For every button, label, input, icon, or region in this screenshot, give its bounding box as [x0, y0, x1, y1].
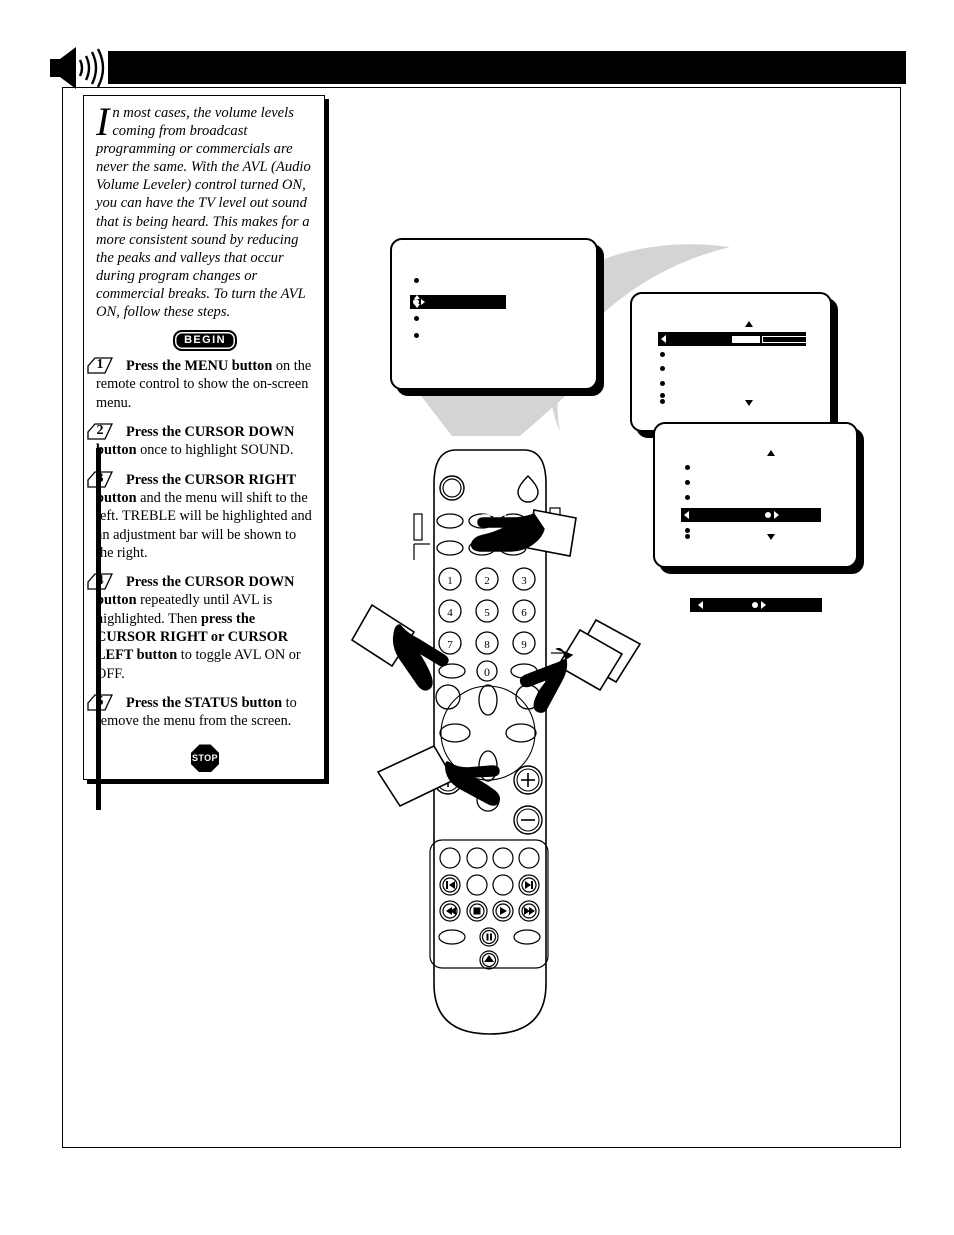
- intro-paragraph: In most cases, the volume levels coming …: [96, 99, 314, 321]
- page-header-bar: [108, 51, 906, 84]
- step-number-1: 1: [96, 357, 104, 373]
- menu-bullet: [414, 316, 419, 321]
- stop-badge: STOP: [191, 744, 219, 773]
- speaker-volume-icon: [46, 46, 108, 90]
- svg-text:9: 9: [521, 639, 527, 651]
- menu-bullet: [660, 366, 665, 371]
- svg-text:2: 2: [484, 575, 490, 587]
- tv-screen-avl-menu: [653, 422, 858, 568]
- adjustment-bar-fill: [732, 335, 760, 343]
- step-number-1-marker: 1: [86, 357, 114, 374]
- intro-dropcap: I: [96, 99, 110, 144]
- menu-bullet: [660, 393, 665, 398]
- tv-screen-main-menu: [390, 238, 598, 390]
- step-5-lead: Press the STATUS button: [126, 694, 283, 711]
- instruction-step-1: 1 Press the MENU button on the remote co…: [87, 357, 314, 412]
- menu-bullet: [685, 534, 690, 539]
- toggle-dot-icon: [752, 602, 758, 608]
- menu-highlight-row: [410, 295, 506, 309]
- menu-bullet: [414, 333, 419, 338]
- instruction-step-3: 3 Press the CURSOR RIGHT button and the …: [87, 471, 314, 562]
- scroll-up-arrow-icon: [767, 450, 775, 456]
- begin-badge: BEGIN: [173, 330, 237, 352]
- step-number-4: 4: [96, 573, 104, 589]
- cursor-right-icon: [774, 511, 779, 519]
- step-number-2: 2: [96, 423, 104, 439]
- menu-bullet: [685, 480, 690, 485]
- menu-bullet: [660, 381, 665, 386]
- tv-screen-sound-menu: [630, 292, 832, 432]
- step-1-lead: Press the MENU button: [126, 358, 273, 375]
- svg-text:7: 7: [447, 639, 453, 651]
- menu-bullet: [685, 495, 690, 500]
- menu-highlight-row: [658, 332, 810, 346]
- svg-text:3: 3: [521, 575, 527, 587]
- begin-badge-wrap: BEGIN: [96, 330, 314, 352]
- step-number-4-marker: 4: [86, 573, 114, 590]
- instruction-panel: In most cases, the volume levels coming …: [83, 95, 325, 810]
- step-number-2-marker: 2: [86, 423, 114, 440]
- instruction-step-5: 5 Press the STATUS button to remove the …: [87, 694, 314, 731]
- step-2-rest: once to highlight SOUND.: [136, 442, 294, 459]
- scroll-up-arrow-icon: [745, 321, 753, 327]
- intro-text: n most cases, the volume levels coming f…: [96, 105, 311, 321]
- svg-text:0: 0: [484, 665, 490, 679]
- step-number-3: 3: [96, 470, 104, 486]
- instruction-step-4: 4 Press the CURSOR DOWN button repeatedl…: [87, 573, 314, 683]
- adjustment-bar-track: [762, 335, 810, 343]
- scroll-down-arrow-icon: [745, 400, 753, 406]
- tv-remote-control[interactable]: 1 2 3 4 5 6 7 8 9 0: [412, 448, 568, 1036]
- svg-text:6: 6: [521, 607, 527, 619]
- cursor-left-icon: [661, 335, 666, 343]
- svg-text:5: 5: [484, 607, 490, 619]
- svg-text:1: 1: [447, 575, 453, 587]
- svg-text:4: 4: [447, 607, 453, 619]
- step-number-5-marker: 5: [86, 694, 114, 711]
- menu-bullet: [685, 465, 690, 470]
- menu-bullet: [685, 528, 690, 533]
- svg-text:8: 8: [484, 639, 490, 651]
- menu-highlight-row-avl: [681, 508, 821, 522]
- cursor-left-icon: [698, 601, 703, 609]
- menu-bullet: [660, 352, 665, 357]
- stop-badge-wrap: STOP: [96, 744, 314, 773]
- step-number-5: 5: [96, 693, 104, 709]
- menu-bullet: [660, 399, 665, 404]
- instruction-step-2: 2 Press the CURSOR DOWN button once to h…: [87, 423, 314, 460]
- menu-bullet: [414, 278, 419, 283]
- scroll-down-arrow-icon: [767, 534, 775, 540]
- four-way-cursor-indicator: [411, 295, 425, 308]
- cursor-right-icon: [761, 601, 766, 609]
- toggle-dot-icon: [765, 512, 771, 518]
- cursor-left-icon: [684, 511, 689, 519]
- avl-toggle-detail-bar: [690, 598, 822, 612]
- step-number-3-marker: 3: [86, 471, 114, 488]
